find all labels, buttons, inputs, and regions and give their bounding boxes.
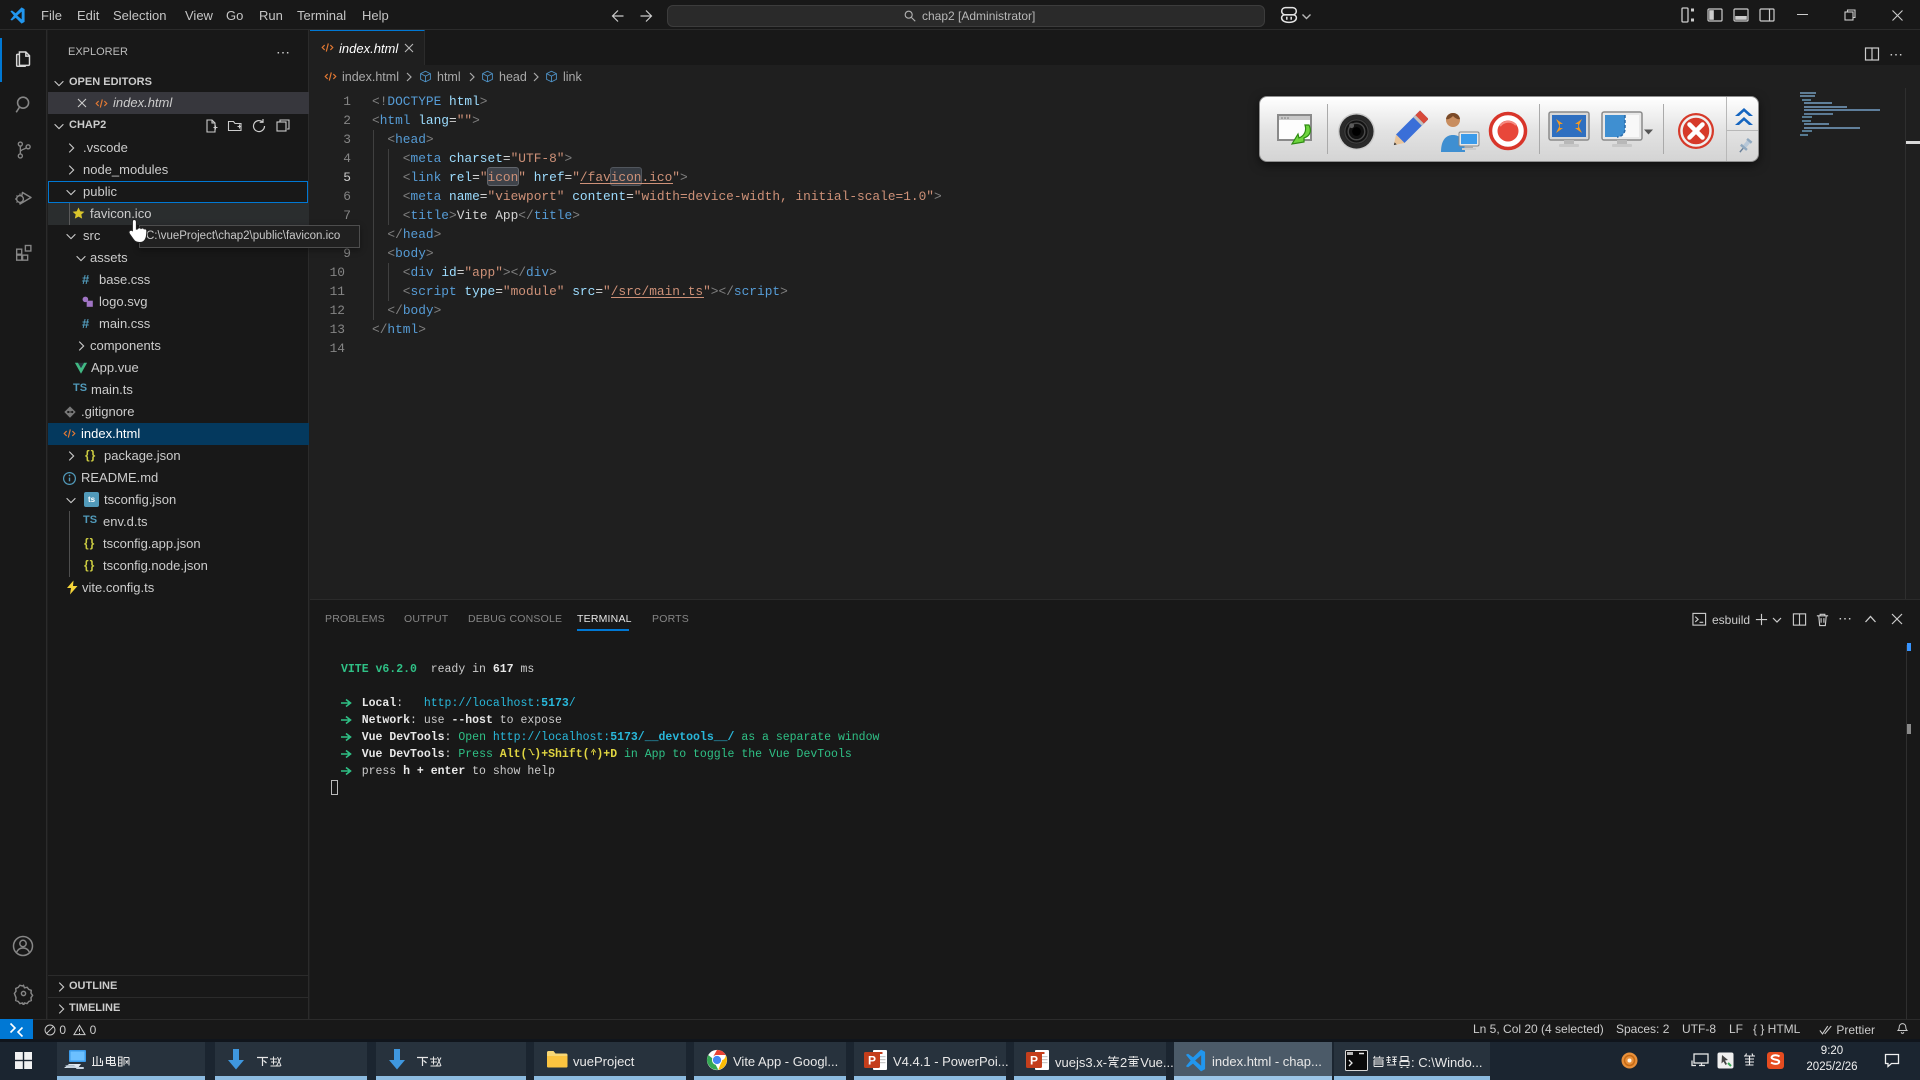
svg-text:P: P bbox=[868, 1054, 876, 1068]
svg-text:P: P bbox=[1030, 1054, 1038, 1068]
